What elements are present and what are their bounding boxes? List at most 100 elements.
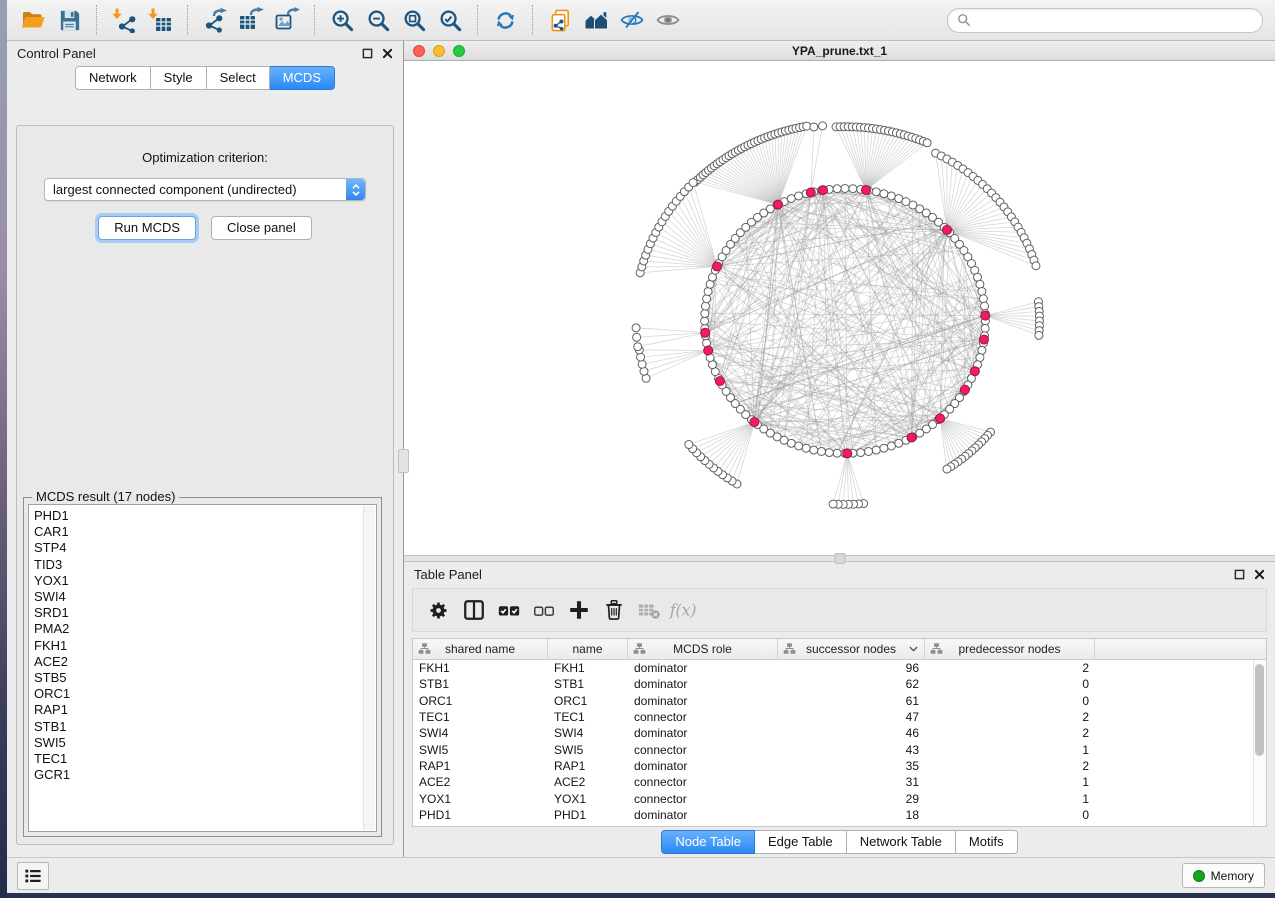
zoom-selected-button[interactable] [432,4,468,36]
mcds-result-item[interactable]: TID3 [34,557,376,573]
mcds-result-item[interactable]: SRD1 [34,605,376,621]
mcds-result-item[interactable]: ORC1 [34,686,376,702]
close-panel-icon[interactable] [382,48,393,59]
table-scrollbar-thumb[interactable] [1255,664,1264,756]
close-traffic-light[interactable] [413,45,425,57]
import-table-button[interactable] [142,4,178,36]
table-cell[interactable]: 43 [778,743,925,757]
network-graph[interactable] [404,61,1275,555]
deselect-all-button[interactable] [528,595,559,625]
table-cell[interactable]: connector [628,743,778,757]
table-cell[interactable]: dominator [628,661,778,675]
table-cell[interactable]: RAP1 [548,759,628,773]
table-row[interactable]: FKH1FKH1dominator962 [413,660,1266,676]
refresh-button[interactable] [487,4,523,36]
table-cell[interactable]: 29 [778,792,925,806]
mcds-result-item[interactable]: STP4 [34,540,376,556]
minimize-traffic-light[interactable] [433,45,445,57]
table-cell[interactable]: ORC1 [413,694,548,708]
delete-button[interactable] [598,595,629,625]
mcds-result-item[interactable]: YOX1 [34,573,376,589]
settings-gear-button[interactable] [423,595,454,625]
mcds-result-item[interactable]: STB5 [34,670,376,686]
table-cell[interactable]: 18 [778,808,925,822]
table-cell[interactable]: dominator [628,759,778,773]
table-cell[interactable]: 35 [778,759,925,773]
table-cell[interactable]: 2 [925,710,1095,724]
toggle-columns-button[interactable] [458,595,489,625]
table-row[interactable]: SWI4SWI4dominator462 [413,725,1266,741]
network-window-titlebar[interactable]: YPA_prune.txt_1 [404,41,1275,61]
mcds-result-list[interactable]: PHD1CAR1STP4TID3YOX1SWI4SRD1PMA2FKH1ACE2… [28,504,377,832]
result-scrollbar-track[interactable] [363,506,375,830]
table-cell[interactable]: 0 [925,677,1095,691]
table-cell[interactable]: connector [628,792,778,806]
table-row[interactable]: YOX1YOX1connector291 [413,790,1266,806]
table-cell[interactable]: TEC1 [548,710,628,724]
mcds-result-item[interactable]: SWI5 [34,735,376,751]
export-image-button[interactable] [269,4,305,36]
table-cell[interactable]: 62 [778,677,925,691]
table-cell[interactable]: ORC1 [548,694,628,708]
tab-style[interactable]: Style [151,66,207,90]
table-row[interactable]: RAP1RAP1dominator352 [413,758,1266,774]
table-cell[interactable]: 96 [778,661,925,675]
column-header-predecessor-nodes[interactable]: predecessor nodes [925,639,1095,659]
table-cell[interactable]: SWI5 [548,743,628,757]
table-cell[interactable]: YOX1 [548,792,628,806]
houses-button[interactable] [578,4,614,36]
vertical-splitter-grip[interactable] [398,449,409,473]
table-cell[interactable]: 1 [925,743,1095,757]
table-cell[interactable]: PHD1 [548,808,628,822]
mcds-result-item[interactable]: TEC1 [34,751,376,767]
import-network-button[interactable] [106,4,142,36]
table-cell[interactable]: FKH1 [413,661,548,675]
table-cell[interactable]: STB1 [548,677,628,691]
tab-network[interactable]: Network [75,66,151,90]
table-cell[interactable]: FKH1 [548,661,628,675]
splitter-grip[interactable] [834,553,845,564]
mcds-result-item[interactable]: SWI4 [34,589,376,605]
table-cell[interactable]: 0 [925,694,1095,708]
table-row[interactable]: ORC1ORC1dominator610 [413,693,1266,709]
tab-select[interactable]: Select [207,66,270,90]
network-view[interactable] [404,61,1275,555]
mcds-result-item[interactable]: STB1 [34,719,376,735]
table-cell[interactable]: 2 [925,759,1095,773]
table-cell[interactable]: TEC1 [413,710,548,724]
table-cell[interactable]: YOX1 [413,792,548,806]
table-cell[interactable]: STB1 [413,677,548,691]
table-cell[interactable]: 2 [925,661,1095,675]
table-cell[interactable]: 61 [778,694,925,708]
zoom-fit-button[interactable] [396,4,432,36]
table-cell[interactable]: connector [628,775,778,789]
table-cell[interactable]: dominator [628,808,778,822]
mcds-result-item[interactable]: FKH1 [34,638,376,654]
run-mcds-button[interactable]: Run MCDS [98,216,196,240]
table-cell[interactable]: 31 [778,775,925,789]
zoom-in-button[interactable] [324,4,360,36]
table-row[interactable]: PHD1PHD1dominator180 [413,807,1266,823]
table-cell[interactable]: dominator [628,694,778,708]
table-cell[interactable]: dominator [628,677,778,691]
table-cell[interactable]: RAP1 [413,759,548,773]
tab-node-table[interactable]: Node Table [661,830,755,854]
open-file-button[interactable] [15,4,51,36]
search-input[interactable] [976,12,1253,28]
table-cell[interactable]: 47 [778,710,925,724]
table-cell[interactable]: 2 [925,726,1095,740]
close-panel-icon[interactable] [1254,569,1265,580]
table-row[interactable]: STB1STB1dominator620 [413,676,1266,692]
table-cell[interactable]: dominator [628,726,778,740]
table-cell[interactable]: PHD1 [413,808,548,822]
table-cell[interactable]: connector [628,710,778,724]
table-cell[interactable]: ACE2 [413,775,548,789]
save-session-button[interactable] [51,4,87,36]
hide-graphics-details-button[interactable] [614,4,650,36]
table-cell[interactable]: SWI5 [413,743,548,757]
column-header-successor-nodes[interactable]: successor nodes [778,639,925,659]
mcds-result-item[interactable]: PMA2 [34,621,376,637]
mcds-result-item[interactable]: RAP1 [34,702,376,718]
column-header-shared-name[interactable]: shared name [413,639,548,659]
mcds-result-item[interactable]: ACE2 [34,654,376,670]
